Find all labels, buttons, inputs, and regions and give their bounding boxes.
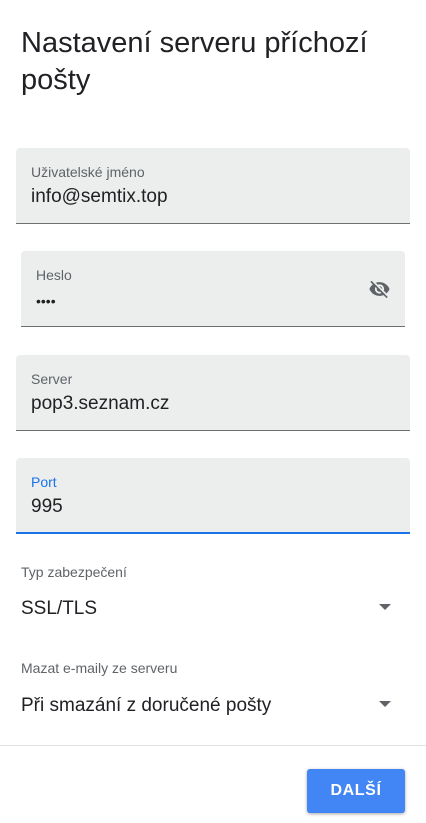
port-value: 995 (31, 496, 63, 517)
visibility-off-icon[interactable] (366, 278, 393, 300)
chevron-down-icon (379, 604, 391, 610)
delete-mail-selected: Při smazání z doručené pošty (21, 695, 272, 716)
username-underline (16, 223, 410, 224)
footer-divider (0, 745, 426, 746)
username-value: info@semtix.top (31, 186, 168, 207)
password-field[interactable]: Heslo •••• (21, 251, 405, 327)
username-label: Uživatelské jméno (31, 164, 145, 180)
server-value: pop3.seznam.cz (31, 393, 170, 414)
password-value: •••• (36, 293, 56, 309)
password-label: Heslo (36, 267, 72, 283)
port-underline (16, 532, 410, 534)
security-label: Typ zabezpečení (21, 564, 127, 580)
page-title: Nastavení serveru příchozí pošty (21, 27, 368, 97)
security-selected: SSL/TLS (21, 598, 98, 619)
port-label: Port (31, 474, 57, 490)
next-button[interactable]: DALŠÍ (307, 769, 405, 813)
password-underline (21, 326, 405, 327)
server-label: Server (31, 371, 73, 387)
port-field[interactable]: Port 995 (16, 458, 410, 534)
server-field[interactable]: Server pop3.seznam.cz (16, 355, 410, 431)
delete-mail-dropdown[interactable]: Při smazání z doručené pošty (21, 691, 395, 721)
security-dropdown[interactable]: SSL/TLS (21, 594, 395, 624)
username-field[interactable]: Uživatelské jméno info@semtix.top (16, 148, 410, 224)
chevron-down-icon (379, 701, 391, 707)
server-underline (16, 430, 410, 431)
delete-mail-label: Mazat e-maily ze serveru (21, 660, 178, 676)
